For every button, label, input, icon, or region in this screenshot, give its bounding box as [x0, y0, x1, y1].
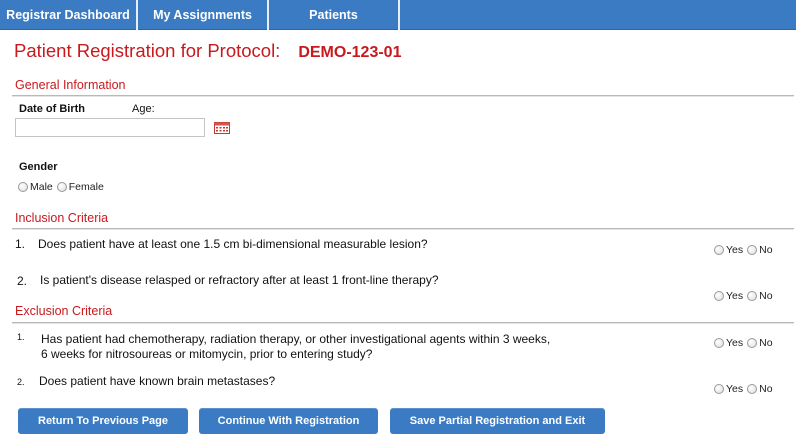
exclusion-criteria-heading: Exclusion Criteria	[15, 304, 113, 318]
exclusion-q1-text-line2: 6 weeks for nitrosoureas or mitomycin, p…	[41, 347, 373, 361]
no-radio[interactable]	[747, 384, 758, 394]
protocol-id: DEMO-123-01	[298, 44, 402, 61]
exclusion-q1-number: 1.	[17, 332, 25, 342]
yes-label: Yes	[726, 383, 744, 395]
inclusion-q2-answer: Yes No	[714, 290, 777, 302]
section-divider	[12, 95, 794, 96]
yes-label: Yes	[726, 290, 744, 302]
section-divider	[12, 228, 794, 229]
gender-male-label: Male	[30, 181, 53, 193]
exclusion-q2-number: 2.	[17, 377, 25, 387]
yes-label: Yes	[726, 244, 744, 256]
yes-radio[interactable]	[714, 384, 724, 394]
inclusion-q2-text: Is patient's disease relasped or refract…	[40, 273, 439, 287]
inclusion-q1-text: Does patient have at least one 1.5 cm bi…	[38, 237, 428, 251]
general-information-heading: General Information	[15, 78, 126, 92]
no-radio[interactable]	[747, 338, 758, 348]
gender-female-label: Female	[68, 181, 104, 193]
inclusion-criteria-heading: Inclusion Criteria	[15, 211, 109, 225]
tab-registrar-dashboard[interactable]: Registrar Dashboard	[0, 0, 138, 30]
exclusion-q1-answer: Yes No	[714, 337, 777, 349]
exclusion-q1-text-line1: Has patient had chemotherapy, radiation …	[41, 332, 551, 346]
save-partial-registration-button[interactable]: Save Partial Registration and Exit	[390, 408, 605, 434]
gender-male-radio[interactable]	[18, 182, 28, 192]
yes-label: Yes	[726, 337, 744, 349]
inclusion-q2-number: 2.	[17, 274, 28, 288]
dob-label: Date of Birth	[19, 103, 85, 115]
page-header: Patient Registration for Protocol: DEMO-…	[14, 40, 401, 62]
return-to-previous-page-button[interactable]: Return To Previous Page	[18, 408, 188, 434]
top-nav: Registrar Dashboard My Assignments Patie…	[0, 0, 796, 30]
no-label: No	[759, 383, 773, 395]
calendar-icon[interactable]	[214, 122, 230, 134]
yes-radio[interactable]	[714, 291, 724, 301]
no-label: No	[759, 290, 773, 302]
no-radio[interactable]	[747, 291, 758, 301]
inclusion-q1-answer: Yes No	[714, 244, 777, 256]
inclusion-q1-number: 1.	[15, 237, 26, 251]
page-title: Patient Registration for Protocol:	[14, 40, 281, 61]
tab-patients[interactable]: Patients	[269, 0, 400, 30]
gender-radio-group: Male Female	[18, 181, 108, 193]
no-label: No	[759, 337, 773, 349]
exclusion-q2-answer: Yes No	[714, 383, 777, 395]
gender-female-radio[interactable]	[56, 182, 67, 192]
tab-my-assignments[interactable]: My Assignments	[138, 0, 269, 30]
exclusion-q2-text: Does patient have known brain metastases…	[39, 374, 276, 388]
no-radio[interactable]	[747, 245, 758, 255]
date-of-birth-input[interactable]	[15, 118, 205, 137]
gender-label: Gender	[19, 161, 58, 173]
continue-with-registration-button[interactable]: Continue With Registration	[199, 408, 378, 434]
yes-radio[interactable]	[714, 245, 724, 255]
section-divider	[12, 322, 794, 323]
no-label: No	[759, 244, 773, 256]
yes-radio[interactable]	[714, 338, 724, 348]
age-label: Age:	[132, 103, 155, 115]
